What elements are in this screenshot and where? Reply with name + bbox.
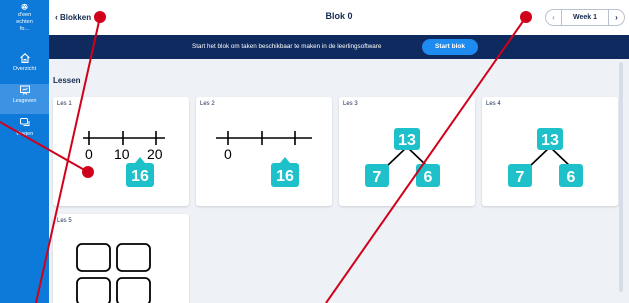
lesson-card-1[interactable]: 0 10 20 16 Les 1 [53, 97, 189, 206]
lesson-label: Les 3 [343, 101, 358, 107]
sidebar-item-label: Overzicht [12, 66, 37, 72]
previous-week-button[interactable]: ‹ [546, 10, 562, 25]
week-navigator: ‹ Week 1 › [545, 9, 625, 26]
top-bar: ‹ Blokken Blok 0 ‹ Week 1 › [49, 0, 629, 35]
lesson-label: Les 1 [57, 101, 72, 107]
badge-number: 16 [276, 168, 294, 185]
tree-left-number: 7 [373, 169, 382, 186]
sidebar: ꔮ d'een echten fo... Overzicht Lesgeven … [0, 0, 49, 303]
presentation-icon [19, 85, 30, 95]
tick-label: 0 [85, 146, 93, 162]
week-label: Week 1 [573, 14, 597, 21]
sidebar-item-vragen[interactable]: Vragen [0, 117, 49, 147]
sidebar-item-lesgeven[interactable]: Lesgeven [0, 84, 49, 114]
lesson-label: Les 2 [200, 101, 215, 107]
tick-label: 20 [147, 146, 163, 162]
lesson-label: Les 5 [57, 218, 72, 224]
sidebar-item-label: Lesgeven [12, 98, 37, 104]
tick-label: 10 [114, 146, 130, 162]
lesson-card-2[interactable]: 0 16 Les 2 [196, 97, 332, 206]
class-name-line3: fo... [19, 26, 30, 32]
next-week-button[interactable]: › [608, 10, 624, 25]
tick-label: 0 [224, 146, 232, 162]
section-title: Lessen [53, 76, 81, 85]
tree-right-number: 6 [424, 169, 433, 186]
sidebar-class-item[interactable]: ꔮ d'een echten fo... [0, 3, 49, 33]
tree-left-number: 7 [516, 169, 525, 186]
start-block-banner: Start het blok om taken beschikbaar te m… [49, 35, 629, 59]
number-line-illustration: 0 16 [216, 131, 312, 187]
number-line-illustration: 0 10 20 16 [83, 131, 165, 187]
number-tree-illustration: 13 7 6 [508, 128, 583, 187]
start-block-button[interactable]: Start blok [422, 39, 478, 55]
tree-right-number: 6 [567, 169, 576, 186]
banner-message: Start het blok om taken beschikbaar te m… [192, 43, 382, 50]
lessons-panel: Lessen 0 10 20 16 Les 1 0 16 Les 2 13 7 … [49, 59, 629, 303]
lesson-card-3[interactable]: 13 7 6 Les 3 [339, 97, 475, 206]
sidebar-item-label: Vragen [15, 131, 34, 137]
badge-number: 16 [131, 168, 149, 185]
home-icon [19, 53, 30, 64]
lesson-label: Les 4 [486, 101, 501, 107]
lesson-card-4[interactable]: 13 7 6 Les 4 [482, 97, 618, 206]
sidebar-item-overzicht[interactable]: Overzicht [0, 52, 49, 82]
tree-top-number: 13 [541, 132, 559, 149]
number-tree-illustration: 13 7 6 [365, 128, 440, 187]
class-name-line2: echten [16, 19, 33, 25]
tree-top-number: 13 [398, 132, 416, 149]
scrollbar[interactable] [619, 62, 623, 292]
chat-icon [19, 118, 29, 126]
class-name-line1: d'een [17, 12, 32, 18]
group-icon: ꔮ [20, 2, 29, 12]
lesson-card-5[interactable]: Les 5 [53, 214, 189, 303]
page-title: Blok 0 [325, 11, 353, 21]
grid-boxes-illustration [76, 243, 151, 303]
